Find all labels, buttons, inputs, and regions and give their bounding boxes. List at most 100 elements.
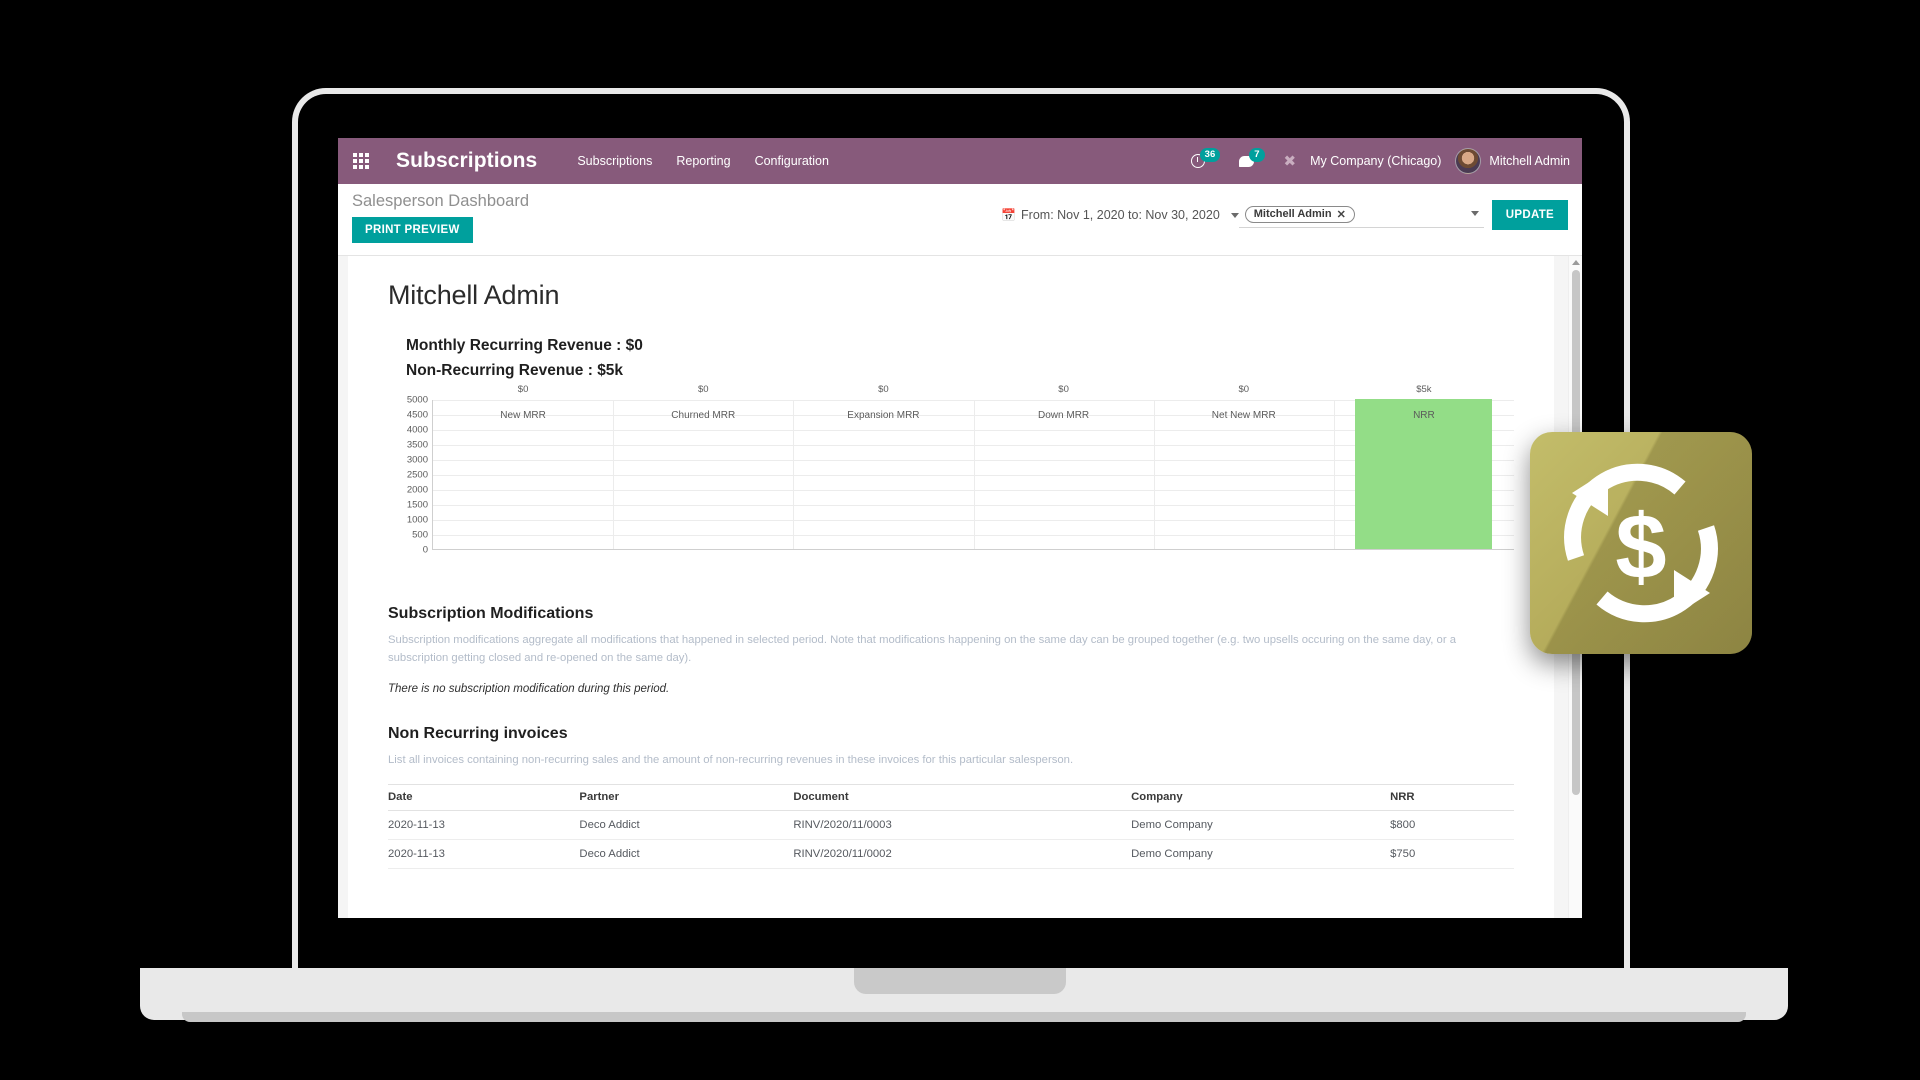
revenue-bar-chart: 5000 4500 4000 3500 3000 2500 2000 1500 1000 500 0… — [388, 384, 1514, 575]
menu-item-subscriptions[interactable]: Subscriptions — [577, 154, 652, 168]
bar-value-label: $0 — [878, 384, 889, 395]
gridline-vertical — [793, 400, 795, 549]
filter-row: 📅 From: Nov 1, 2020 to: Nov 30, 2020 Mit… — [1001, 200, 1568, 230]
calendar-icon: 📅 — [1001, 208, 1017, 222]
y-axis-tick-label: 3500 — [406, 439, 428, 451]
x-axis-category-label: Churned MRR — [671, 410, 736, 421]
bar-value-label: $0 — [1058, 384, 1069, 395]
bar-value-label: $0 — [517, 384, 529, 395]
menu-item-reporting[interactable]: Reporting — [676, 154, 730, 168]
activities-menu[interactable]: 36 — [1190, 148, 1226, 168]
wrench-bug-icon[interactable]: ✖ — [1284, 154, 1297, 169]
column-header: Partner — [579, 783, 794, 811]
table-cell: 2020-11-13 — [388, 810, 580, 840]
column-header: Document — [793, 783, 1132, 811]
top-navbar: Subscriptions Subscriptions Reporting Co… — [338, 138, 1582, 184]
y-axis-tick-label: 4000 — [406, 424, 428, 436]
table-cell: $750 — [1390, 839, 1514, 869]
print-preview-button[interactable]: PRINT PREVIEW — [352, 217, 473, 243]
bar-value-label: $0 — [1238, 384, 1250, 395]
table-cell: Demo Company — [1131, 839, 1391, 869]
table-cell: Demo Company — [1131, 810, 1391, 840]
bar-value-label: $5k — [1416, 384, 1432, 395]
salesperson-tag-label: Mitchell Admin — [1253, 208, 1332, 220]
chart-y-axis: 5000 4500 4000 3500 3000 2500 2000 1500 1000 500 0 — [388, 395, 428, 556]
table-cell: Deco Addict — [579, 810, 794, 840]
main-menu: Subscriptions Reporting Configuration — [577, 154, 829, 168]
svg-text:$: $ — [1615, 496, 1666, 598]
section-title-modifications: Subscription Modifications — [388, 605, 594, 622]
chevron-down-icon[interactable] — [1230, 212, 1239, 218]
activities-count-badge: 36 — [1199, 148, 1221, 162]
column-header: NRR — [1390, 783, 1514, 811]
table-cell: $800 — [1390, 810, 1514, 840]
messages-menu[interactable]: 7 — [1239, 148, 1269, 168]
table-row: 2020-11-13 Deco Addict RINV/2020/11/0002 De… — [388, 839, 1514, 869]
x-axis-category-label: Net New MRR — [1211, 410, 1276, 421]
column-header: Company — [1131, 783, 1391, 811]
mrr-kpi: Monthly Recurring Revenue : $0 — [406, 337, 643, 354]
table-cell: 2020-11-13 — [388, 839, 580, 869]
user-menu[interactable]: Mitchell Admin — [1455, 148, 1570, 174]
control-panel: Salesperson Dashboard PRINT PREVIEW 📅 Fr… — [338, 184, 1582, 256]
page-title: Mitchell Admin — [388, 280, 560, 310]
section-title-invoices: Non Recurring invoices — [388, 725, 568, 742]
y-axis-tick-label: 2500 — [406, 469, 428, 481]
table-cell: RINV/2020/11/0002 — [793, 839, 1132, 869]
apps-grid-icon[interactable] — [338, 138, 384, 184]
column-header: Date — [388, 783, 580, 811]
messages-count-badge: 7 — [1249, 148, 1265, 162]
y-axis-tick-label: 2000 — [406, 484, 428, 496]
table-header-row: Date Partner Document Company NRR — [388, 783, 1514, 811]
subscriptions-app-icon: $ — [1530, 432, 1752, 654]
menu-item-configuration[interactable]: Configuration — [755, 154, 829, 168]
non-recurring-invoices-section: Non Recurring invoices List all invoices… — [388, 725, 1514, 869]
x-axis-category-label: New MRR — [500, 410, 546, 421]
chevron-down-icon[interactable] — [1470, 210, 1479, 216]
x-axis-category-label: Down MRR — [1038, 410, 1090, 421]
y-axis-tick-label: 500 — [412, 529, 428, 541]
table-cell: RINV/2020/11/0003 — [793, 810, 1132, 840]
company-switcher[interactable]: My Company (Chicago) — [1310, 154, 1441, 168]
y-axis-tick-label: 3000 — [406, 454, 428, 466]
gridline-vertical — [613, 400, 615, 549]
subscription-modifications-section: Subscription Modifications Subscription … — [388, 605, 1514, 695]
nrr-kpi: Non-Recurring Revenue : $5k — [406, 362, 624, 379]
topbar-right-group: 36 7 ✖ My Company (Chicago) Mitchell Adm… — [1190, 148, 1570, 174]
no-modification-note: There is no subscription modification du… — [388, 683, 670, 695]
y-axis-tick-label: 4500 — [406, 409, 428, 421]
x-axis-category-label: NRR — [1413, 410, 1435, 421]
salesperson-tag[interactable]: Mitchell Admin ✕ — [1244, 205, 1355, 223]
gridline-vertical — [1333, 400, 1335, 549]
laptop-base-edge — [182, 1012, 1746, 1022]
bar-value-label: $0 — [697, 384, 709, 395]
report-sheet: Mitchell Admin Monthly Recurring Revenue… — [348, 256, 1554, 918]
scroll-up-arrow-icon[interactable] — [1572, 260, 1580, 265]
gridline-vertical — [973, 400, 975, 549]
table-cell: Deco Addict — [579, 839, 794, 869]
chart-plot-area: $0 New MRR $0 Churned MRR $0 Expansion MRR $0 D… — [432, 384, 1514, 550]
app-title: Subscriptions — [396, 149, 538, 172]
update-button[interactable]: UPDATE — [1491, 200, 1568, 230]
user-name-label: Mitchell Admin — [1489, 154, 1570, 168]
non-recurring-invoices-table: Date Partner Document Company NRR 2020-11-13… — [388, 783, 1514, 869]
y-axis-tick-label: 5000 — [406, 394, 428, 406]
y-axis-tick-label: 1000 — [406, 514, 428, 526]
report-viewport: Mitchell Admin Monthly Recurring Revenue… — [338, 256, 1582, 918]
date-range-label: From: Nov 1, 2020 to: Nov 30, 2020 — [1021, 208, 1220, 222]
app-screen: Subscriptions Subscriptions Reporting Co… — [338, 138, 1582, 918]
avatar — [1455, 148, 1482, 174]
gridline-vertical — [1153, 400, 1155, 549]
table-row: 2020-11-13 Deco Addict RINV/2020/11/0003 De… — [388, 810, 1514, 840]
y-axis-tick-label: 0 — [422, 544, 428, 556]
x-axis-category-label: Expansion MRR — [847, 410, 920, 421]
screenshot-stage: Subscriptions Subscriptions Reporting Co… — [0, 0, 1920, 1080]
close-x-icon[interactable]: ✕ — [1337, 208, 1346, 221]
recurring-dollar-icon: $ — [1564, 463, 1718, 623]
salesperson-select[interactable]: Mitchell Admin ✕ — [1238, 203, 1484, 228]
section-description-modifications: Subscription modifications aggregate all… — [388, 634, 1457, 664]
y-axis-tick-label: 1500 — [406, 499, 428, 511]
laptop-trackpad-notch — [854, 968, 1066, 994]
date-range-filter[interactable]: 📅 From: Nov 1, 2020 to: Nov 30, 2020 — [1001, 208, 1239, 222]
section-description-invoices: List all invoices containing non-recurri… — [388, 754, 1074, 766]
